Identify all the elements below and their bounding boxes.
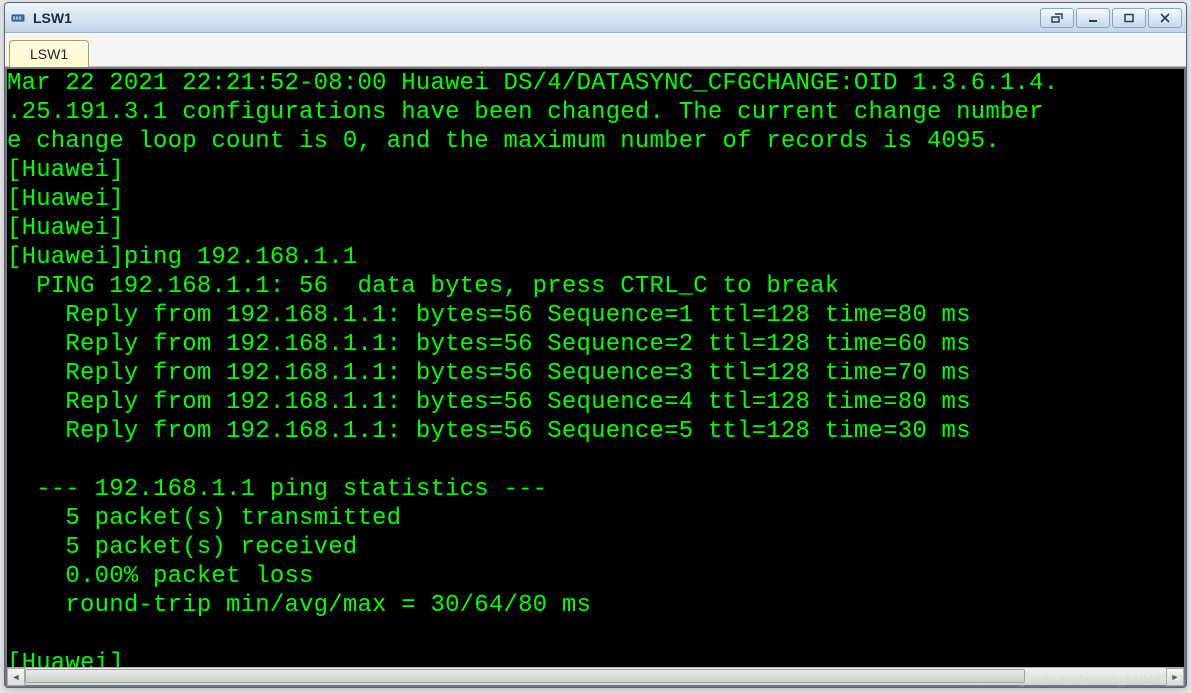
tab-label: LSW1 <box>30 46 68 62</box>
app-window: LSW1 LSW1 Mar 22 2021 22:21:52-08:00 Hua… <box>4 2 1187 688</box>
tab-lsw1[interactable]: LSW1 <box>9 40 89 67</box>
window-title: LSW1 <box>33 10 1040 26</box>
title-bar[interactable]: LSW1 <box>5 3 1186 33</box>
app-icon <box>9 9 27 27</box>
terminal-container: Mar 22 2021 22:21:52-08:00 Huawei DS/4/D… <box>5 67 1186 687</box>
scroll-left-button[interactable]: ◄ <box>7 668 25 686</box>
close-button[interactable] <box>1148 8 1182 28</box>
scroll-track[interactable] <box>25 668 1166 686</box>
scroll-right-button[interactable]: ► <box>1166 668 1184 686</box>
popout-button[interactable] <box>1040 8 1074 28</box>
terminal-output[interactable]: Mar 22 2021 22:21:52-08:00 Huawei DS/4/D… <box>7 69 1184 667</box>
scroll-thumb[interactable] <box>25 669 1025 683</box>
tab-bar: LSW1 <box>5 33 1186 67</box>
minimize-button[interactable] <box>1076 8 1110 28</box>
maximize-button[interactable] <box>1112 8 1146 28</box>
window-controls <box>1040 8 1182 28</box>
horizontal-scrollbar[interactable]: ◄ ► <box>7 667 1184 685</box>
